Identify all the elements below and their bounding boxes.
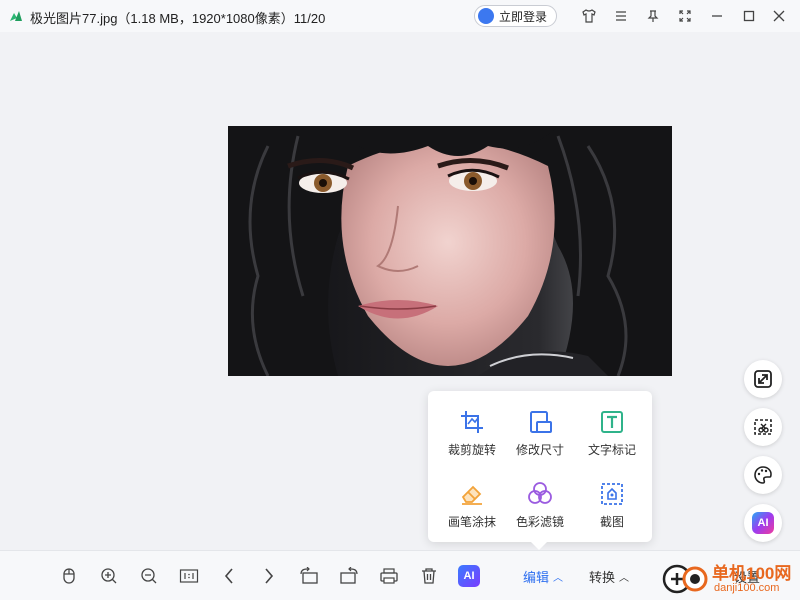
resize-icon — [530, 411, 552, 433]
portrait-image — [228, 126, 672, 376]
previous-button[interactable] — [218, 565, 240, 587]
ai-icon: AI — [752, 512, 774, 534]
crop-rotate-item[interactable]: 裁剪旋转 — [436, 409, 508, 465]
mouse-mode-button[interactable] — [58, 565, 80, 587]
title-bar: 极光图片77.jpg（1.18 MB，1920*1080像素）11/20 立即登… — [0, 0, 800, 32]
convert-label: 转换 — [589, 570, 616, 585]
maximize-icon[interactable] — [739, 6, 759, 26]
eraser-brush-icon — [461, 485, 482, 505]
actual-size-icon — [179, 569, 199, 583]
next-button[interactable] — [258, 565, 280, 587]
chevron-left-icon — [224, 568, 233, 584]
crop-rotate-icon — [461, 411, 483, 433]
close-icon[interactable] — [769, 6, 789, 26]
fit-screen-icon — [754, 370, 772, 388]
delete-button[interactable] — [418, 565, 440, 587]
site-watermark: 单机100网 danji100.com — [662, 558, 800, 598]
rotate-left-button[interactable] — [298, 565, 320, 587]
ai-button[interactable]: AI — [458, 565, 480, 587]
rotate-right-button[interactable] — [338, 565, 360, 587]
color-filter-icon — [528, 482, 552, 504]
screenshot-label: 截图 — [599, 515, 624, 529]
zoom-out-button[interactable] — [138, 565, 160, 587]
app-logo-icon — [10, 11, 22, 21]
text-mark-item[interactable]: 文字标记 — [576, 409, 648, 465]
avatar-icon — [478, 8, 494, 24]
chevron-up-icon: ︿ — [619, 573, 630, 584]
fit-screen-button[interactable] — [744, 360, 782, 398]
pin-icon[interactable] — [643, 6, 663, 26]
skin-icon[interactable] — [579, 6, 599, 26]
trash-icon — [422, 568, 436, 584]
cutout-icon — [754, 419, 772, 435]
actual-size-button[interactable] — [178, 565, 200, 587]
eraser-brush-label: 画笔涂抹 — [447, 515, 496, 529]
mouse-icon — [63, 568, 75, 584]
fullscreen-icon[interactable] — [675, 6, 695, 26]
chevron-up-icon: ︿ — [553, 573, 564, 584]
edit-label: 编辑 — [523, 570, 550, 585]
resize-label: 修改尺寸 — [515, 443, 564, 457]
resize-item[interactable]: 修改尺寸 — [504, 409, 576, 465]
text-mark-label: 文字标记 — [587, 443, 636, 457]
photo-preview[interactable] — [228, 126, 672, 376]
login-label: 立即登录 — [499, 9, 548, 24]
edit-menu-button[interactable]: 编辑 ︿ — [523, 567, 563, 586]
watermark-title: 单机100网 — [712, 564, 792, 583]
zoom-in-button[interactable] — [98, 565, 120, 587]
menu-icon[interactable] — [611, 6, 631, 26]
color-filter-item[interactable]: 色彩滤镜 — [504, 481, 576, 537]
ai-side-button[interactable]: AI — [744, 504, 782, 542]
screenshot-icon — [601, 483, 623, 505]
convert-menu-button[interactable]: 转换 ︿ — [589, 567, 629, 586]
rotate-right-icon — [340, 567, 358, 584]
edit-menu-popup: 裁剪旋转 修改尺寸 文字标记 画笔涂抹 色彩滤镜 截图 — [428, 391, 652, 550]
crop-rotate-label: 裁剪旋转 — [447, 443, 496, 457]
print-icon — [380, 568, 398, 584]
palette-button[interactable] — [744, 456, 782, 494]
watermark-logo-icon — [662, 564, 708, 594]
text-mark-icon — [601, 411, 623, 433]
rotate-left-icon — [300, 567, 318, 584]
watermark-url: danji100.com — [714, 582, 780, 594]
chevron-right-icon — [265, 568, 274, 584]
zoom-in-icon — [101, 568, 117, 584]
color-filter-label: 色彩滤镜 — [515, 515, 564, 529]
minimize-icon[interactable] — [707, 6, 727, 26]
print-button[interactable] — [378, 565, 400, 587]
eraser-brush-item[interactable]: 画笔涂抹 — [436, 481, 508, 537]
login-button[interactable]: 立即登录 — [474, 5, 557, 27]
window-title: 极光图片77.jpg（1.18 MB，1920*1080像素）11/20 — [30, 11, 326, 26]
zoom-out-icon — [141, 568, 157, 584]
cutout-button[interactable] — [744, 408, 782, 446]
screenshot-item[interactable]: 截图 — [576, 481, 648, 537]
palette-icon — [754, 466, 772, 484]
